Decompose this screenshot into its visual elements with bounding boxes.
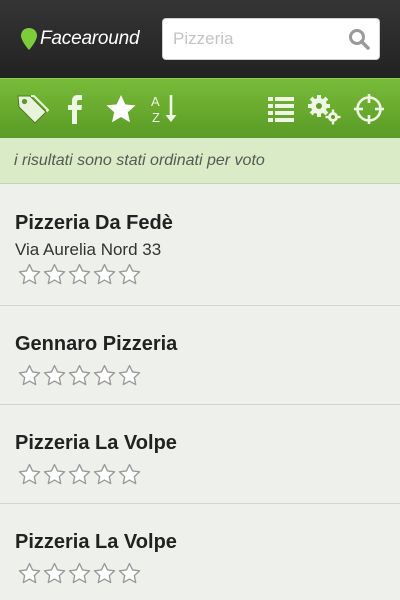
- rating-stars[interactable]: [17, 263, 142, 285]
- svg-text:A: A: [151, 94, 160, 109]
- place-name: Pizzeria Da Fedè: [15, 212, 173, 234]
- star-icon[interactable]: [42, 364, 67, 386]
- star-icon[interactable]: [117, 364, 142, 386]
- star-icon[interactable]: [42, 562, 67, 584]
- app-header: Facearound: [0, 0, 400, 78]
- star-icon[interactable]: [67, 463, 92, 485]
- place-name: Pizzeria La Volpe: [15, 531, 177, 553]
- rating-sort-button[interactable]: [101, 89, 141, 129]
- star-icon[interactable]: [117, 263, 142, 285]
- star-icon[interactable]: [92, 463, 117, 485]
- list-icon: [268, 97, 294, 122]
- rating-stars[interactable]: [17, 562, 142, 584]
- star-icon[interactable]: [67, 364, 92, 386]
- star-icon[interactable]: [117, 562, 142, 584]
- star-icon[interactable]: [17, 562, 42, 584]
- facebook-icon: [68, 95, 82, 124]
- place-address: Via Aurelia Nord 33: [15, 240, 162, 259]
- star-icon[interactable]: [117, 463, 142, 485]
- gears-icon: [308, 95, 341, 125]
- tag-icon: [17, 95, 49, 124]
- star-icon[interactable]: [42, 263, 67, 285]
- crosshair-icon: [354, 94, 384, 124]
- list-item[interactable]: Pizzeria La Volpe: [0, 405, 400, 504]
- search-box[interactable]: [162, 18, 380, 60]
- map-pin-icon: [21, 28, 37, 50]
- filter-toolbar: A Z: [0, 78, 400, 138]
- star-icon[interactable]: [17, 263, 42, 285]
- star-icon: [106, 95, 136, 123]
- app-logo[interactable]: Facearound: [20, 27, 140, 51]
- alphabetical-sort-button[interactable]: A Z: [144, 89, 184, 129]
- star-icon[interactable]: [17, 463, 42, 485]
- app-logo-text: Facearound: [40, 28, 140, 49]
- place-name: Pizzeria La Volpe: [15, 432, 177, 454]
- star-icon[interactable]: [92, 562, 117, 584]
- facebook-button[interactable]: [54, 89, 94, 129]
- list-item[interactable]: Pizzeria La Volpe: [0, 504, 400, 600]
- locate-button[interactable]: [349, 89, 389, 129]
- results-list: Pizzeria Da Fedè Via Aurelia Nord 33 Gen…: [0, 185, 400, 600]
- star-icon[interactable]: [67, 562, 92, 584]
- settings-button[interactable]: [304, 89, 344, 129]
- star-icon[interactable]: [17, 364, 42, 386]
- tag-button[interactable]: [12, 89, 52, 129]
- star-icon[interactable]: [92, 263, 117, 285]
- star-icon[interactable]: [42, 463, 67, 485]
- list-item[interactable]: Pizzeria Da Fedè Via Aurelia Nord 33: [0, 185, 400, 306]
- list-view-button[interactable]: [261, 89, 301, 129]
- place-name: Gennaro Pizzeria: [15, 333, 178, 355]
- list-item[interactable]: Gennaro Pizzeria: [0, 306, 400, 405]
- search-icon[interactable]: [348, 28, 370, 50]
- sort-notice: i risultati sono stati ordinati per voto: [0, 138, 400, 184]
- rating-stars[interactable]: [17, 364, 142, 386]
- search-input[interactable]: [173, 19, 343, 59]
- star-icon[interactable]: [92, 364, 117, 386]
- svg-text:Z: Z: [152, 110, 160, 125]
- star-icon[interactable]: [67, 263, 92, 285]
- rating-stars[interactable]: [17, 463, 142, 485]
- sort-az-icon: A Z: [151, 94, 177, 125]
